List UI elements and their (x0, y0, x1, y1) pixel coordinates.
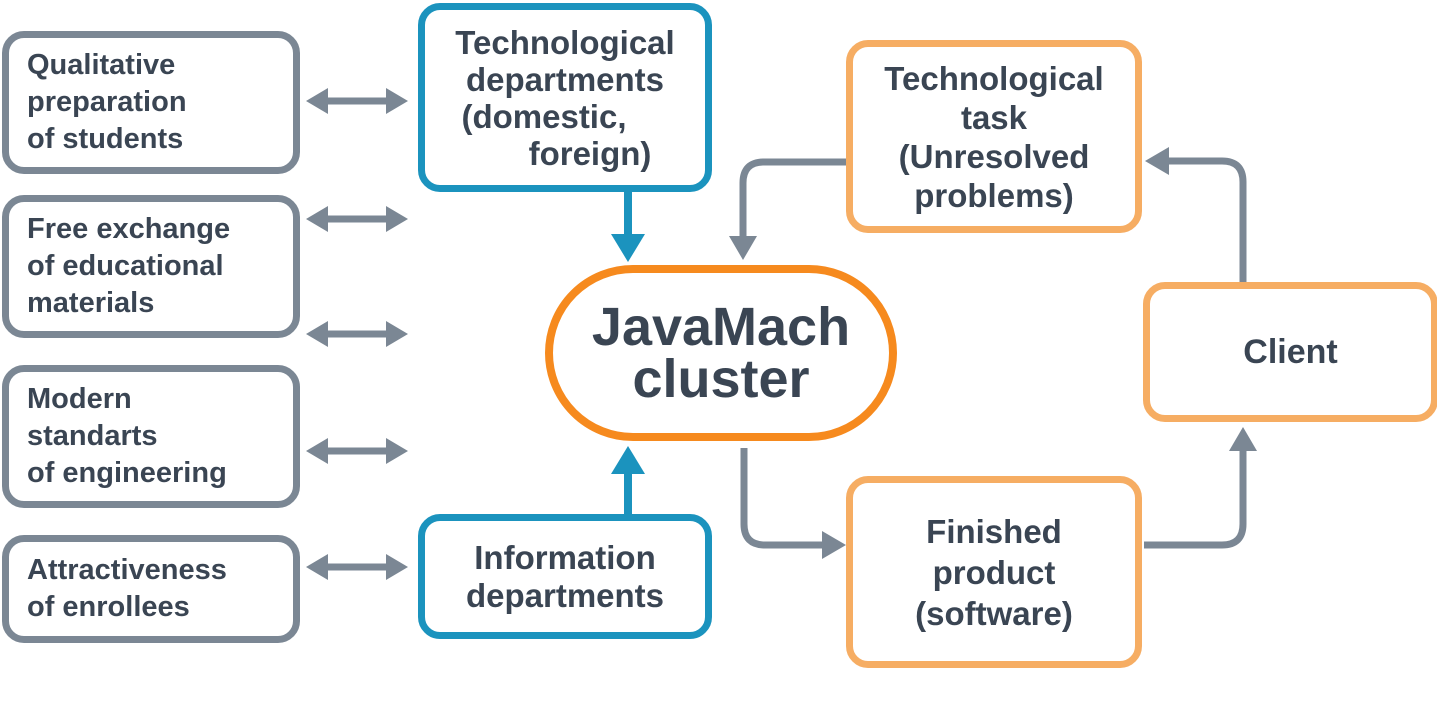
technological-task-box: Technological task (Unresolved problems) (846, 40, 1142, 233)
box-text-line: departments (465, 60, 665, 98)
box-text-line: materials (27, 287, 155, 319)
box-text-line: of educational (27, 250, 224, 282)
double-arrow-icon (306, 321, 408, 347)
double-arrow-icon (306, 438, 408, 464)
client-box: Client (1143, 282, 1437, 422)
box-text-line: Finished (926, 512, 1062, 550)
box-text-line: preparation (27, 86, 187, 118)
technological-departments-box: Technological departments (domestic, for… (418, 3, 712, 192)
qualitative-preparation-box: Qualitative preparation of students (2, 31, 300, 174)
attractiveness-box: Attractiveness of enrollees (2, 535, 300, 643)
box-text-line: (domestic, (461, 97, 627, 135)
information-departments-box: Information departments (418, 514, 712, 639)
finished-product-box: Finished product (software) (846, 476, 1142, 668)
box-text-line: of students (27, 123, 184, 155)
arrow-down-icon (729, 158, 846, 260)
box-text-line: Information (474, 538, 656, 576)
cluster-title-line: cluster (632, 349, 810, 409)
arrow-down-icon (611, 192, 645, 262)
box-text-line: of enrollees (27, 591, 190, 623)
box-text-line: Technological (455, 23, 675, 61)
box-text-line: product (932, 553, 1056, 591)
box-text-line: Free exchange (27, 213, 231, 245)
box-text-line: Qualitative (27, 49, 176, 81)
arrow-up-icon (1144, 427, 1257, 549)
javamach-cluster-node: JavaMach cluster (545, 265, 897, 441)
arrow-right-icon (740, 448, 846, 559)
double-arrow-icon (306, 88, 408, 114)
box-text-line: standarts (27, 420, 158, 452)
box-text-line: Modern (27, 383, 132, 415)
client-label: Client (1243, 332, 1338, 371)
box-text-line: departments (465, 576, 665, 614)
box-text-line: (software) (915, 594, 1073, 632)
box-text-line: task (960, 98, 1028, 136)
box-text-line: foreign) (528, 134, 652, 172)
arrow-left-icon (1145, 147, 1247, 282)
free-exchange-box: Free exchange of educational materials (2, 195, 300, 338)
double-arrow-icon (306, 206, 408, 232)
box-text-line: Technological (884, 59, 1104, 97)
double-arrow-icon (306, 554, 408, 580)
box-text-line: (Unresolved (898, 137, 1090, 175)
box-text-line: problems) (914, 176, 1074, 214)
box-text-line: Attractiveness (27, 554, 227, 586)
cluster-title-line: JavaMach (591, 297, 851, 357)
modern-standards-box: Modern standarts of engineering (2, 365, 300, 508)
box-text-line: of engineering (27, 457, 227, 489)
arrow-up-icon (611, 446, 645, 514)
